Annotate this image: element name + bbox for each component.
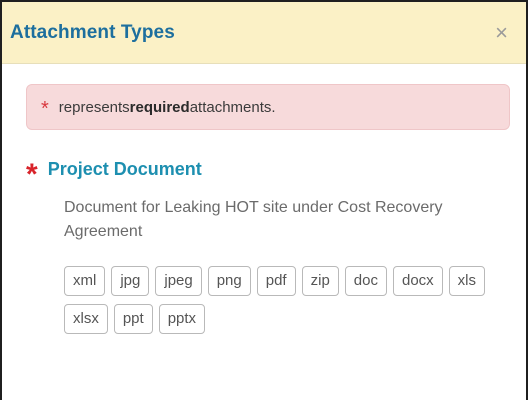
- attachment-name: Project Document: [47, 158, 202, 179]
- attachment-description: Document for Leaking HOT site under Cost…: [64, 199, 443, 240]
- file-type-chip: pdf: [256, 266, 296, 296]
- file-type-chip: pptx: [158, 304, 206, 334]
- alert-text-prefix: represents: [58, 98, 130, 116]
- file-type-chip: jpg: [111, 266, 150, 296]
- file-type-chip: png: [207, 266, 251, 296]
- file-type-chip: jpeg: [155, 266, 202, 296]
- attachment-title-row: * Project Document: [26, 154, 510, 190]
- file-type-chip: doc: [344, 266, 387, 296]
- close-icon[interactable]: ×: [491, 20, 512, 46]
- file-type-list: xml jpg jpeg png pdf zip doc docx xls xlsx ppt pptx: [26, 266, 496, 342]
- required-asterisk-icon: *: [26, 158, 38, 191]
- attachment-types-dialog: Attachment Types × * represents required…: [0, 0, 528, 400]
- attachment-item: * Project Document Document for Leaking …: [26, 154, 510, 342]
- required-info-alert: * represents required attachments.: [26, 84, 510, 130]
- dialog-header: Attachment Types ×: [2, 2, 526, 64]
- file-type-chip: xls: [448, 266, 486, 296]
- file-type-chip: xml: [64, 266, 106, 296]
- file-type-chip: zip: [301, 266, 339, 296]
- dialog-body: * represents required attachments. * Pro…: [2, 64, 526, 342]
- asterisk-icon: *: [41, 98, 49, 120]
- alert-text-emphasis: required: [129, 98, 190, 116]
- alert-text-suffix: attachments.: [189, 98, 276, 116]
- file-type-chip: xlsx: [64, 304, 108, 334]
- dialog-title: Attachment Types: [10, 21, 175, 43]
- file-type-chip: ppt: [113, 304, 153, 334]
- file-type-chip: docx: [392, 266, 443, 296]
